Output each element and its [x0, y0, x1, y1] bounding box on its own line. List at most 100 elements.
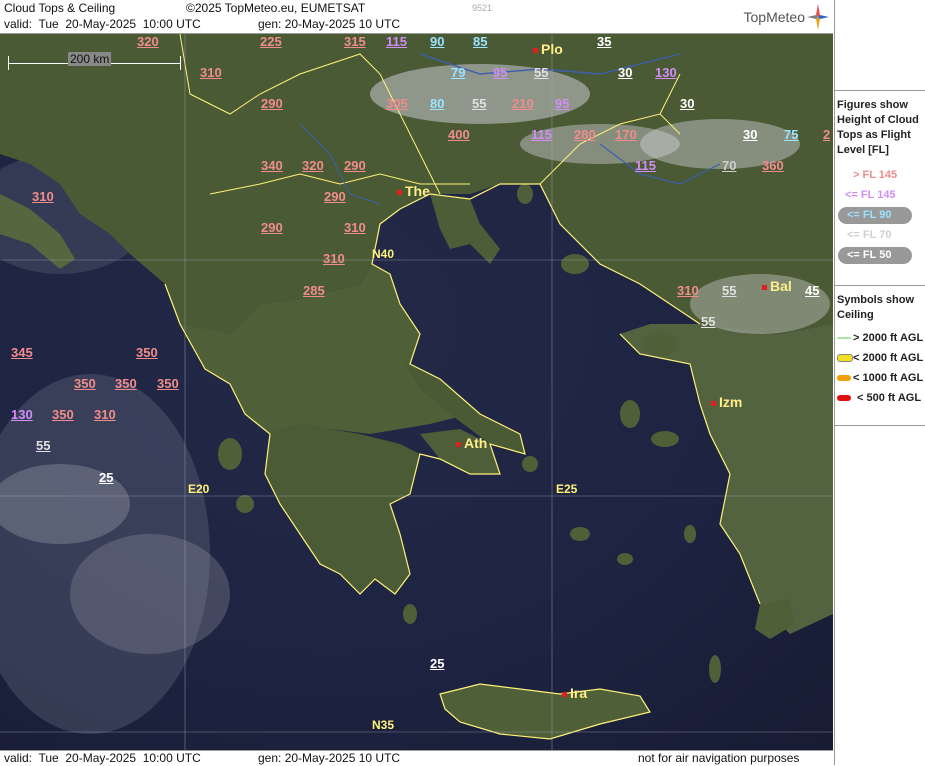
valid-time: valid: Tue 20-May-2025 10:00 UTC: [4, 17, 201, 31]
cloud-top-label[interactable]: 115: [531, 127, 552, 142]
footer-bar: valid: Tue 20-May-2025 10:00 UTC gen: 20…: [0, 750, 833, 766]
city-label: Plo: [541, 41, 563, 57]
city-marker: [711, 400, 716, 406]
city-marker: [533, 47, 538, 53]
cloud-top-label[interactable]: 320: [302, 158, 324, 173]
city-izmir[interactable]: Izm: [711, 394, 742, 410]
cloud-top-label[interactable]: 170: [615, 127, 637, 142]
cloud-top-label[interactable]: 350: [74, 376, 96, 391]
footer-disclaimer: not for air navigation purposes: [638, 751, 800, 765]
cloud-top-label[interactable]: 285: [303, 283, 325, 298]
cloud-top-label[interactable]: 280: [574, 127, 596, 142]
city-marker: [456, 441, 461, 447]
land-layer: [0, 34, 833, 750]
city-label: The: [405, 183, 430, 199]
legend-le50: <= FL 50: [847, 249, 892, 261]
city-marker: [762, 284, 767, 290]
legend-figures-title: Figures show Height of Cloud Tops as Fli…: [837, 99, 919, 156]
cloud-top-label[interactable]: 345: [11, 345, 33, 360]
ceiling-symbol-lt500: [837, 395, 851, 401]
satellite-map[interactable]: 200 km N40 N35 E20 E25 Plo The Bal Izm A…: [0, 34, 833, 750]
image-id: 9521: [472, 3, 493, 13]
grid-label-n40: N40: [372, 247, 395, 261]
legend-divider: [835, 285, 925, 286]
cloud-top-label[interactable]: 350: [136, 345, 158, 360]
cloud-top-label[interactable]: 79: [451, 65, 465, 80]
cloud-top-label[interactable]: 25: [99, 470, 113, 485]
cloud-top-label[interactable]: 95: [555, 96, 569, 111]
cloud-top-label[interactable]: 55: [534, 65, 548, 80]
city-thessaloniki[interactable]: The: [397, 183, 430, 199]
footer-valid-time: valid: Tue 20-May-2025 10:00 UTC: [4, 751, 201, 765]
cloud-top-label[interactable]: 350: [115, 376, 137, 391]
cloud-top-label[interactable]: 30: [743, 127, 757, 142]
footer-gen-time: gen: 20-May-2025 10 UTC: [258, 751, 401, 765]
cloud-top-label[interactable]: 310: [200, 65, 222, 80]
cloud-top-label[interactable]: 310: [677, 283, 699, 298]
compass-star-icon: [807, 4, 829, 30]
cloud-top-label[interactable]: 2: [823, 127, 830, 142]
legend-panel: Figures show Height of Cloud Tops as Fli…: [834, 0, 925, 765]
header-bar: Cloud Tops & Ceiling ©2025 TopMeteo.eu, …: [0, 0, 833, 34]
cloud-top-label[interactable]: 290: [261, 96, 283, 111]
cloud-top-label[interactable]: 115: [635, 158, 656, 173]
cloud-top-label[interactable]: 70: [722, 158, 736, 173]
cloud-top-label[interactable]: 115: [386, 34, 407, 49]
gen-time: gen: 20-May-2025 10 UTC: [258, 17, 401, 31]
ceiling-symbol-high: [837, 337, 851, 339]
city-marker: [397, 189, 402, 195]
cloud-top-label[interactable]: 225: [260, 34, 282, 49]
cloud-top-label[interactable]: 290: [344, 158, 366, 173]
legend-divider: [835, 90, 925, 91]
cloud-top-label[interactable]: 85: [473, 34, 487, 49]
cloud-top-label[interactable]: 75: [784, 127, 798, 142]
cloud-top-label[interactable]: 30: [680, 96, 694, 111]
city-iraklion[interactable]: Ira: [562, 685, 587, 701]
city-marker: [562, 691, 567, 697]
cloud-top-label[interactable]: 55: [722, 283, 736, 298]
legend-symbols-title: Symbols show Ceiling: [837, 294, 915, 321]
cloud-top-label[interactable]: 55: [36, 438, 50, 453]
cloud-top-label[interactable]: 90: [430, 34, 444, 49]
legend-gt145: > FL 145: [853, 169, 898, 181]
city-plovdiv[interactable]: Plo: [533, 41, 563, 57]
cloud-top-label[interactable]: 360: [762, 158, 784, 173]
city-label: Izm: [719, 394, 743, 410]
city-label: Ath: [464, 435, 488, 451]
legend-ceiling-lt2000: < 2000 ft AGL: [853, 352, 924, 364]
cloud-top-label[interactable]: 45: [805, 283, 819, 298]
cloud-top-label[interactable]: 25: [430, 656, 444, 671]
copyright-text: ©2025 TopMeteo.eu, EUMETSAT: [186, 1, 366, 15]
cloud-top-label[interactable]: 130: [655, 65, 677, 80]
cloud-top-label[interactable]: 290: [324, 189, 346, 204]
cloud-top-label[interactable]: 340: [261, 158, 283, 173]
cloud-top-label[interactable]: 320: [137, 34, 159, 49]
cloud-top-label[interactable]: 55: [472, 96, 486, 111]
cloud-top-label[interactable]: 350: [157, 376, 179, 391]
cloud-top-label[interactable]: 310: [32, 189, 54, 204]
cloud-top-label[interactable]: 315: [344, 34, 366, 49]
cloud-top-label[interactable]: 310: [323, 251, 345, 266]
cloud-top-label[interactable]: 55: [701, 314, 715, 329]
cloud-top-label[interactable]: 130: [11, 407, 33, 422]
scale-value: 200 km: [68, 52, 112, 66]
cloud-top-label[interactable]: 305: [386, 96, 408, 111]
cloud-top-label[interactable]: 310: [94, 407, 116, 422]
cloud-top-label[interactable]: 95: [493, 65, 507, 80]
legend-ceiling-lt500: < 500 ft AGL: [857, 392, 922, 404]
cloud-top-label[interactable]: 350: [52, 407, 74, 422]
city-label: Ira: [570, 685, 588, 701]
legend-ceiling-gt2000: > 2000 ft AGL: [853, 332, 924, 344]
grid-label-n35: N35: [372, 718, 395, 732]
city-label: Bal: [770, 278, 792, 294]
cloud-top-label[interactable]: 310: [344, 220, 366, 235]
cloud-top-label[interactable]: 80: [430, 96, 444, 111]
city-balikesir[interactable]: Bal: [762, 278, 792, 294]
cloud-top-label[interactable]: 30: [618, 65, 632, 80]
cloud-top-label[interactable]: 35: [597, 34, 611, 49]
city-athens[interactable]: Ath: [456, 435, 487, 451]
cloud-top-label[interactable]: 290: [261, 220, 283, 235]
cloud-top-label[interactable]: 210: [512, 96, 534, 111]
topmeteo-logo[interactable]: TopMeteo: [744, 2, 829, 32]
cloud-top-label[interactable]: 400: [448, 127, 470, 142]
